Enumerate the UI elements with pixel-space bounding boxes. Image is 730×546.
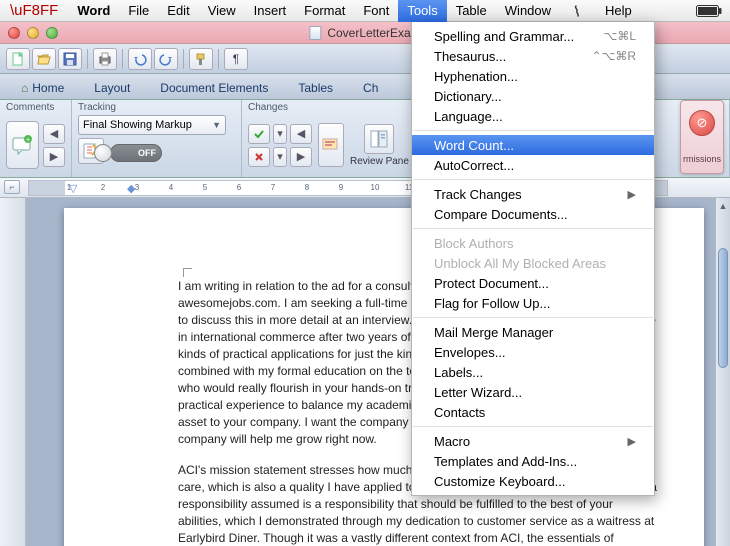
format-painter-button[interactable]: [189, 48, 213, 70]
menu-format[interactable]: Format: [295, 0, 354, 22]
menu-item-word-count[interactable]: Word Count...: [412, 135, 654, 155]
show-formatting-button[interactable]: ¶: [224, 48, 248, 70]
ruler-number: 7: [271, 183, 275, 192]
ruler-number: 8: [305, 183, 309, 192]
app-menu-word[interactable]: Word: [68, 0, 119, 22]
zoom-window-button[interactable]: [46, 27, 58, 39]
undo-button[interactable]: [128, 48, 152, 70]
ruler-number: 2: [101, 183, 105, 192]
svg-text:+: +: [25, 137, 29, 144]
open-button[interactable]: [32, 48, 56, 70]
ruler-number: 5: [203, 183, 207, 192]
menu-view[interactable]: View: [199, 0, 245, 22]
ruler-number: 9: [339, 183, 343, 192]
menu-separator: [413, 228, 653, 229]
document-title-text: CoverLetterExam: [327, 26, 420, 40]
menu-separator: [413, 130, 653, 131]
minimize-window-button[interactable]: [27, 27, 39, 39]
ruler-number: 4: [169, 183, 173, 192]
track-changes-toggle[interactable]: OFF: [110, 144, 162, 162]
menu-item-flag-for-follow-up[interactable]: Flag for Follow Up...: [412, 293, 654, 313]
ribbon-tab-tables[interactable]: Tables: [283, 76, 348, 99]
menu-item-unblock-all-my-blocked-areas: Unblock All My Blocked Areas: [412, 253, 654, 273]
next-comment-button[interactable]: ▶: [43, 147, 65, 167]
menu-help[interactable]: Help: [596, 0, 641, 22]
menu-item-autocorrect[interactable]: AutoCorrect...: [412, 155, 654, 175]
ruler-number: 6: [237, 183, 241, 192]
new-document-button[interactable]: [6, 48, 30, 70]
menu-item-labels[interactable]: Labels...: [412, 362, 654, 382]
margin-corner-mark: [183, 268, 192, 277]
menu-separator: [413, 317, 653, 318]
review-pane-button[interactable]: [364, 124, 394, 154]
balloons-button[interactable]: [318, 123, 344, 167]
previous-comment-button[interactable]: ◀: [43, 124, 65, 144]
menu-file[interactable]: File: [119, 0, 158, 22]
menu-edit[interactable]: Edit: [158, 0, 198, 22]
vertical-scrollbar[interactable]: ▲: [715, 198, 730, 546]
menu-table[interactable]: Table: [447, 0, 496, 22]
close-window-button[interactable]: [8, 27, 20, 39]
menu-font[interactable]: Font: [354, 0, 398, 22]
next-change-button[interactable]: ▶: [290, 147, 312, 167]
menu-item-track-changes[interactable]: Track Changes▶: [412, 184, 654, 204]
system-menubar: \uF8FF Word File Edit View Insert Format…: [0, 0, 730, 22]
accept-change-button[interactable]: [248, 124, 270, 144]
menu-item-compare-documents[interactable]: Compare Documents...: [412, 204, 654, 224]
apple-menu-icon[interactable]: \uF8FF: [10, 2, 58, 19]
save-button[interactable]: [58, 48, 82, 70]
reject-change-button[interactable]: [248, 147, 270, 167]
menu-separator: [413, 179, 653, 180]
ribbon-tab-home[interactable]: ⌂Home: [6, 76, 79, 99]
ruler-number: 3: [135, 183, 139, 192]
menu-item-macro[interactable]: Macro▶: [412, 431, 654, 451]
menu-item-mail-merge-manager[interactable]: Mail Merge Manager: [412, 322, 654, 342]
permissions-label: rmissions: [683, 154, 721, 164]
menu-item-customize-keyboard[interactable]: Customize Keyboard...: [412, 471, 654, 491]
battery-icon: [696, 5, 722, 17]
menu-tools[interactable]: Tools: [398, 0, 446, 22]
menu-insert[interactable]: Insert: [245, 0, 296, 22]
menu-item-letter-wizard[interactable]: Letter Wizard...: [412, 382, 654, 402]
share-group: ⊘ rmissions: [680, 100, 724, 174]
group-title-comments: Comments: [6, 102, 65, 113]
menu-item-protect-document[interactable]: Protect Document...: [412, 273, 654, 293]
menu-item-language[interactable]: Language...: [412, 106, 654, 126]
menu-separator: [413, 426, 653, 427]
menu-item-hyphenation[interactable]: Hyphenation...: [412, 66, 654, 86]
tab-stop-selector[interactable]: ⌐: [4, 180, 20, 194]
document-title: CoverLetterExam: [309, 26, 420, 40]
menu-item-dictionary[interactable]: Dictionary...: [412, 86, 654, 106]
new-comment-button[interactable]: +: [6, 121, 39, 169]
ruler-number: 1: [67, 183, 71, 192]
ribbon-tab-layout[interactable]: Layout: [79, 76, 145, 99]
ribbon-tab-document-elements[interactable]: Document Elements: [145, 76, 283, 99]
vertical-ruler[interactable]: [0, 198, 26, 546]
scroll-thumb[interactable]: [718, 248, 728, 368]
review-pane-label: Review Pane: [350, 156, 409, 167]
redo-button[interactable]: [154, 48, 178, 70]
home-icon: ⌂: [21, 81, 28, 95]
menu-window[interactable]: Window: [496, 0, 560, 22]
window-controls: [8, 27, 58, 39]
print-button[interactable]: [93, 48, 117, 70]
display-for-review-select[interactable]: Final Showing Markup▼: [78, 115, 226, 135]
menu-item-block-authors: Block Authors: [412, 233, 654, 253]
ribbon-tab-charts[interactable]: Ch: [348, 76, 393, 99]
ruler-number: 10: [371, 183, 380, 192]
menu-item-templates-and-add-ins[interactable]: Templates and Add-Ins...: [412, 451, 654, 471]
accept-dropdown[interactable]: ▾: [273, 124, 287, 144]
block-authors-icon[interactable]: ⊘: [689, 110, 715, 136]
reject-dropdown[interactable]: ▾: [273, 147, 287, 167]
menu-item-contacts[interactable]: Contacts: [412, 402, 654, 422]
menu-item-thesaurus[interactable]: Thesaurus...⌃⌥⌘R: [412, 46, 654, 66]
menu-item-spelling-and-grammar[interactable]: Spelling and Grammar...⌥⌘L: [412, 26, 654, 46]
document-proxy-icon[interactable]: [309, 26, 321, 40]
group-title-tracking: Tracking: [78, 102, 235, 113]
script-menu-icon[interactable]: [564, 0, 596, 22]
menu-item-envelopes[interactable]: Envelopes...: [412, 342, 654, 362]
previous-change-button[interactable]: ◀: [290, 124, 312, 144]
tools-menu-dropdown: Spelling and Grammar...⌥⌘LThesaurus...⌃⌥…: [411, 22, 655, 496]
scroll-up-arrow[interactable]: ▲: [716, 198, 730, 213]
